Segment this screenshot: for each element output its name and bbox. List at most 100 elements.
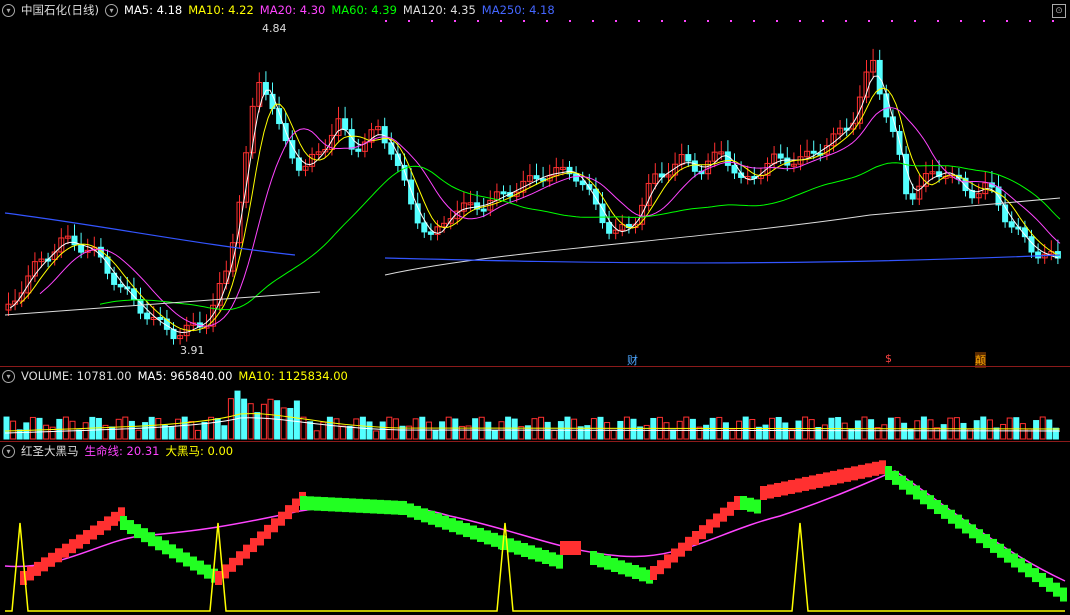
candle-body	[78, 244, 85, 253]
indicator-block	[141, 528, 148, 543]
volume-bar	[472, 418, 479, 440]
indicator-block	[747, 497, 754, 512]
candle-body	[606, 222, 613, 234]
volume-bar	[1013, 417, 1020, 440]
volume-bar	[868, 419, 875, 440]
indicator-block	[906, 480, 913, 495]
volume-bar	[10, 420, 17, 440]
volume-bar	[280, 407, 287, 440]
volume-bar	[1052, 427, 1059, 440]
indicator-block	[1053, 582, 1060, 597]
signal-dot	[1006, 20, 1008, 22]
volume-bar	[584, 425, 591, 440]
indicator-block	[632, 565, 639, 579]
settings-icon[interactable]: ▾	[2, 3, 15, 17]
moving-average-line	[39, 107, 1061, 327]
candle-body	[731, 164, 738, 174]
indicator-block	[837, 469, 844, 484]
indicator-block	[976, 529, 983, 544]
volume-bar	[670, 429, 677, 440]
ma120-line	[4, 197, 1061, 316]
indicator-block	[55, 548, 62, 563]
price-chart-panel[interactable]: ▾ 中国石化(日线) ▾ MA5: 4.18 MA10: 4.22 MA20: …	[0, 0, 1070, 368]
indicator-block	[962, 519, 969, 534]
signal-dot	[753, 20, 755, 22]
indicator-block	[567, 541, 574, 555]
volume-bar	[1039, 416, 1046, 440]
ma20-value: MA20: 4.30	[259, 3, 326, 17]
volume-bar	[755, 426, 762, 440]
indicator-block	[535, 547, 542, 562]
indicator-block	[664, 554, 671, 569]
volume-bar	[208, 416, 215, 440]
stock-title: 中国石化(日线)	[21, 3, 99, 17]
indicator-block	[148, 532, 155, 547]
signal-dot	[661, 20, 663, 22]
indicator-block	[795, 478, 802, 493]
indicator-block	[34, 561, 41, 576]
indicator-block	[823, 472, 830, 487]
volume-bar	[511, 418, 518, 440]
indicator-block	[934, 500, 941, 515]
candle-body	[685, 154, 692, 162]
indicator-settings-icon[interactable]: ▾	[2, 444, 15, 458]
indicator-block	[215, 571, 222, 585]
indicator-block	[948, 509, 955, 524]
indicator-legend: ▾ 红圣大黑马 生命线: 20.31 大黑马: 0.00	[2, 443, 233, 459]
volume-settings-icon[interactable]: ▾	[2, 369, 15, 383]
volume-bar	[340, 425, 347, 440]
candle-body	[427, 231, 434, 235]
indicator-block	[872, 461, 879, 476]
indicator-block	[927, 495, 934, 510]
indicator-block	[639, 567, 646, 582]
signal-dot	[500, 20, 502, 22]
indicator-block	[706, 519, 713, 534]
indicator-block	[899, 475, 906, 490]
indicator-block	[774, 482, 781, 497]
volume-bar	[62, 416, 69, 440]
dropdown-icon[interactable]: ▾	[104, 3, 118, 17]
indicator-block	[204, 564, 211, 579]
indicator-block	[407, 503, 414, 518]
signal-dot	[523, 20, 525, 22]
indicator-block	[1025, 563, 1032, 578]
volume-bar	[412, 418, 419, 440]
signal-dot	[960, 20, 962, 22]
signal-dot	[615, 20, 617, 22]
volume-bar	[703, 424, 710, 440]
indicator-block	[449, 518, 456, 533]
indicator-block	[754, 499, 761, 514]
indicator-block	[104, 516, 111, 531]
indicator-block	[435, 513, 442, 528]
dividend-tag[interactable]: $	[885, 352, 892, 365]
signal-dot	[730, 20, 732, 22]
signal-dot	[684, 20, 686, 22]
indicator-block	[858, 464, 865, 479]
signal-dot	[638, 20, 640, 22]
indicator-block	[720, 507, 727, 522]
volume-bar	[373, 430, 380, 440]
volume-bar	[29, 416, 36, 440]
signal-dot	[1029, 20, 1031, 22]
indicator-block	[597, 553, 604, 568]
indicator-block	[678, 542, 685, 557]
indicator-block	[941, 504, 948, 519]
indicator-block	[307, 496, 314, 511]
signal-dot	[707, 20, 709, 22]
indicator-block	[428, 510, 435, 525]
indicator-panel[interactable]: ▾ 红圣大黑马 生命线: 20.31 大黑马: 0.00	[0, 441, 1070, 615]
signal-dot	[776, 20, 778, 22]
indicator-block	[590, 551, 597, 565]
indicator-block	[111, 511, 118, 526]
volume-bar	[927, 419, 934, 440]
indicator-block	[913, 485, 920, 500]
volume-panel[interactable]: ▾ VOLUME: 10781.00 MA5: 965840.00 MA10: …	[0, 366, 1070, 441]
indicator-block	[243, 544, 250, 559]
indicator-block	[1060, 587, 1067, 602]
volume-bar	[16, 429, 23, 440]
ma60-value: MA60: 4.39	[331, 3, 397, 17]
indicator-block	[271, 518, 278, 533]
indicator-block	[767, 484, 774, 499]
volume-bar	[109, 426, 116, 440]
volume-bar	[802, 416, 809, 440]
